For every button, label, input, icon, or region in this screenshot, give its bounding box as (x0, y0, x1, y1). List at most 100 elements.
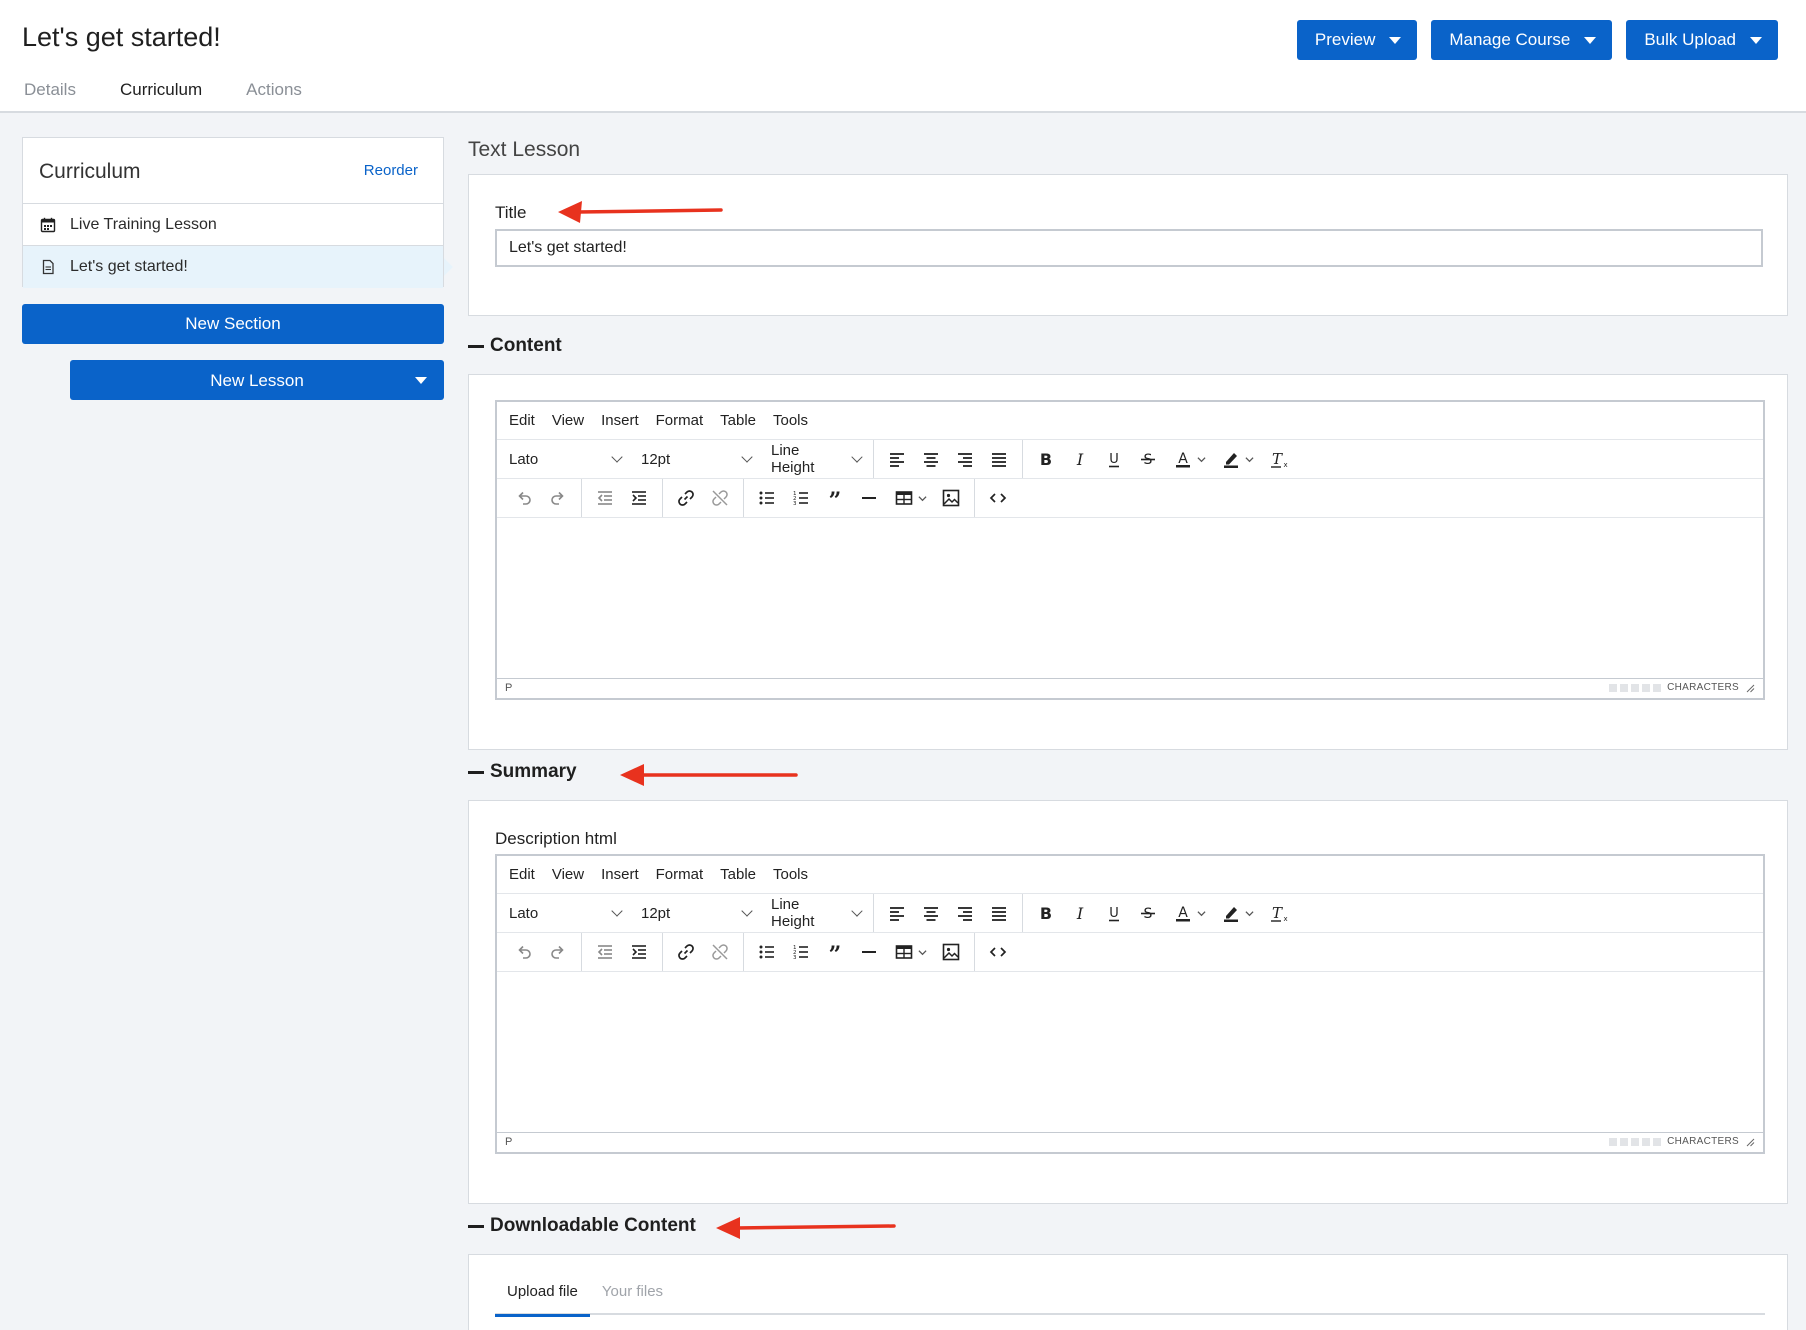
line-height-select[interactable]: Line Height (763, 894, 873, 932)
code-icon (989, 493, 1007, 503)
undo-button[interactable] (507, 936, 541, 968)
bulk-upload-button[interactable]: Bulk Upload (1626, 20, 1778, 60)
insert-table-button[interactable] (886, 482, 934, 514)
blockquote-button[interactable]: ” (818, 482, 852, 514)
strikethrough-button[interactable]: S (1131, 897, 1165, 929)
font-size-value: 12pt (641, 904, 671, 922)
insert-image-button[interactable] (934, 482, 968, 514)
summary-edit-area[interactable] (497, 972, 1763, 1132)
tab-upload-file[interactable]: Upload file (495, 1283, 590, 1317)
characters-label: CHARACTERS (1667, 1136, 1739, 1147)
bullet-list-button[interactable] (750, 936, 784, 968)
summary-section-header[interactable]: Summary (468, 761, 577, 783)
insert-link-button[interactable] (669, 482, 703, 514)
horizontal-rule-button[interactable] (852, 482, 886, 514)
italic-button[interactable]: I (1063, 897, 1097, 929)
tab-details[interactable]: Details (22, 80, 90, 114)
menu-edit[interactable]: Edit (509, 412, 535, 429)
align-left-button[interactable] (880, 897, 914, 929)
menu-format[interactable]: Format (656, 866, 704, 883)
align-justify-button[interactable] (982, 443, 1016, 475)
horizontal-rule-button[interactable] (852, 936, 886, 968)
align-left-button[interactable] (880, 443, 914, 475)
align-center-button[interactable] (914, 897, 948, 929)
numbered-list-button[interactable]: 123 (784, 482, 818, 514)
highlight-color-button[interactable] (1213, 897, 1261, 929)
indent-button[interactable] (622, 482, 656, 514)
source-code-button[interactable] (981, 482, 1015, 514)
blockquote-button[interactable]: ” (818, 936, 852, 968)
align-right-button[interactable] (948, 897, 982, 929)
underline-button[interactable]: U (1097, 443, 1131, 475)
title-input[interactable] (495, 229, 1763, 267)
font-family-select[interactable]: Lato (501, 894, 633, 932)
header-actions: Preview Manage Course Bulk Upload (1296, 20, 1778, 60)
description-label: Description html (495, 829, 617, 848)
menu-insert[interactable]: Insert (601, 866, 639, 883)
outdent-button[interactable] (588, 936, 622, 968)
menu-table[interactable]: Table (720, 412, 756, 429)
resize-handle-icon[interactable] (1745, 683, 1755, 693)
code-group (974, 933, 1021, 971)
clear-formatting-button[interactable]: Tx (1261, 897, 1295, 929)
insert-link-button[interactable] (669, 936, 703, 968)
new-section-button[interactable]: New Section (22, 304, 444, 344)
element-path[interactable]: P (505, 682, 512, 694)
svg-text:”: ” (829, 488, 842, 508)
bullet-list-button[interactable] (750, 482, 784, 514)
redo-button[interactable] (541, 482, 575, 514)
downloadable-section-header[interactable]: Downloadable Content (468, 1215, 696, 1237)
font-family-select[interactable]: Lato (501, 440, 633, 478)
strikethrough-button[interactable]: S (1131, 443, 1165, 475)
outdent-button[interactable] (588, 482, 622, 514)
insert-table-button[interactable] (886, 936, 934, 968)
menu-tools[interactable]: Tools (773, 412, 808, 429)
insert-image-button[interactable] (934, 936, 968, 968)
align-justify-button[interactable] (982, 897, 1016, 929)
bold-button[interactable]: B (1029, 897, 1063, 929)
menu-edit[interactable]: Edit (509, 866, 535, 883)
preview-button[interactable]: Preview (1296, 20, 1418, 60)
menu-view[interactable]: View (552, 412, 584, 429)
content-section-header[interactable]: Content (468, 335, 562, 357)
svg-text:3: 3 (793, 501, 797, 507)
new-lesson-button[interactable]: New Lesson (70, 360, 444, 400)
menu-view[interactable]: View (552, 866, 584, 883)
resize-handle-icon[interactable] (1745, 1137, 1755, 1147)
bold-button[interactable]: B (1029, 443, 1063, 475)
source-code-button[interactable] (981, 936, 1015, 968)
underline-button[interactable]: U (1097, 897, 1131, 929)
menu-tools[interactable]: Tools (773, 866, 808, 883)
tab-curriculum[interactable]: Curriculum (105, 80, 217, 116)
element-path[interactable]: P (505, 1136, 512, 1148)
numbered-list-button[interactable]: 123 (784, 936, 818, 968)
menu-table[interactable]: Table (720, 866, 756, 883)
clear-formatting-button[interactable]: Tx (1261, 443, 1295, 475)
tab-your-files[interactable]: Your files (590, 1283, 675, 1315)
curriculum-item-lets-get-started[interactable]: Let's get started! (23, 246, 453, 288)
text-color-button[interactable]: A (1165, 443, 1213, 475)
remove-link-button[interactable] (703, 936, 737, 968)
reorder-link[interactable]: Reorder (364, 162, 418, 179)
font-size-select[interactable]: 12pt (633, 440, 763, 478)
manage-course-button[interactable]: Manage Course (1431, 20, 1613, 60)
content-edit-area[interactable] (497, 518, 1763, 678)
undo-button[interactable] (507, 482, 541, 514)
indent-button[interactable] (622, 936, 656, 968)
grip-dots-icon (1609, 683, 1662, 692)
curriculum-item-live-training[interactable]: Live Training Lesson (23, 204, 443, 246)
redo-icon (551, 491, 564, 505)
highlight-color-button[interactable] (1213, 443, 1261, 475)
align-center-button[interactable] (914, 443, 948, 475)
tab-actions[interactable]: Actions (232, 80, 316, 114)
menu-format[interactable]: Format (656, 412, 704, 429)
line-height-select[interactable]: Line Height (763, 440, 873, 478)
font-size-select[interactable]: 12pt (633, 894, 763, 932)
text-color-button[interactable]: A (1165, 897, 1213, 929)
remove-link-button[interactable] (703, 482, 737, 514)
align-right-button[interactable] (948, 443, 982, 475)
italic-button[interactable]: I (1063, 443, 1097, 475)
menu-insert[interactable]: Insert (601, 412, 639, 429)
redo-button[interactable] (541, 936, 575, 968)
downloadable-content-card: Upload file Your files (468, 1254, 1788, 1330)
